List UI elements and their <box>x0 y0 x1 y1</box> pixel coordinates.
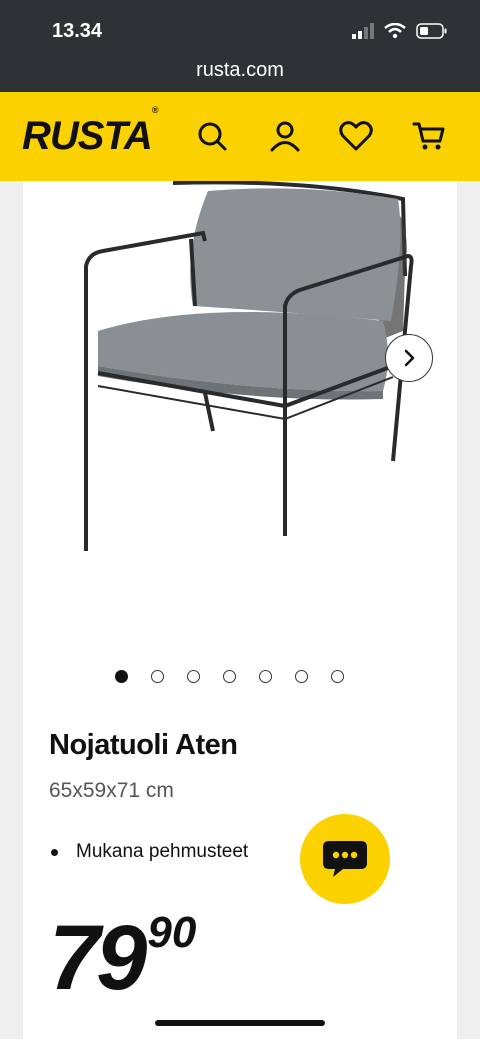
page-gutter-right <box>457 181 480 1039</box>
feature-list-item: Mukana pehmusteet <box>51 841 248 863</box>
gallery-dot[interactable] <box>115 670 128 683</box>
product-content: Nojatuoli Aten 65x59x71 cm Mukana pehmus… <box>23 180 457 1039</box>
price-cents: 90 <box>147 908 197 957</box>
product-title: Nojatuoli Aten <box>49 729 238 761</box>
product-price: 7990 <box>49 906 196 1011</box>
price-main: 79 <box>49 907 147 1009</box>
product-image[interactable] <box>53 180 433 551</box>
gallery-dots <box>115 670 344 683</box>
heart-icon[interactable] <box>338 118 374 154</box>
armchair-image <box>84 180 414 551</box>
page-gutter-left <box>0 181 23 1039</box>
site-header: RUSTA® <box>0 92 480 181</box>
chat-icon <box>323 841 367 877</box>
cart-icon[interactable] <box>411 118 447 154</box>
signal-icon <box>352 23 374 39</box>
status-icons <box>352 21 448 41</box>
chat-button[interactable] <box>300 814 390 904</box>
url-bar[interactable]: rusta.com <box>0 52 480 92</box>
gallery-dot[interactable] <box>151 670 164 683</box>
feature-text: Mukana pehmusteet <box>76 841 249 862</box>
gallery-dot[interactable] <box>223 670 236 683</box>
home-indicator[interactable] <box>155 1020 325 1026</box>
gallery-dot[interactable] <box>187 670 200 683</box>
gallery-dot[interactable] <box>331 670 344 683</box>
battery-icon <box>416 23 447 39</box>
gallery-dot[interactable] <box>259 670 272 683</box>
status-time: 13.34 <box>52 20 103 42</box>
url-text: rusta.com <box>196 59 284 81</box>
search-icon[interactable] <box>194 118 230 154</box>
product-dimensions: 65x59x71 cm <box>49 779 174 802</box>
wifi-icon <box>384 23 406 39</box>
bullet-icon <box>51 848 58 856</box>
gallery-dot[interactable] <box>295 670 308 683</box>
next-image-button[interactable] <box>385 334 433 382</box>
status-bar: 13.34 <box>0 0 480 52</box>
rusta-logo[interactable]: RUSTA® <box>22 105 158 159</box>
account-icon[interactable] <box>267 118 303 154</box>
chevron-right-icon <box>404 349 415 367</box>
